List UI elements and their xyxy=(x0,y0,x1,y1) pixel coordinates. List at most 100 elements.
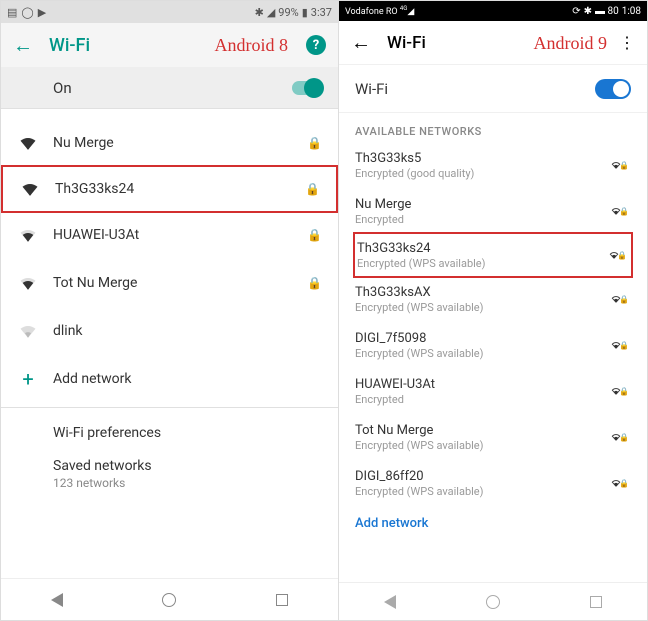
wifi-signal-icon: 🔒 xyxy=(611,338,631,352)
status-icons-left: ▤ ◯ ▶ xyxy=(7,6,46,19)
saved-networks-row[interactable]: Saved networks 123 networks xyxy=(1,454,338,490)
lock-icon: 🔒 xyxy=(307,276,322,290)
notification-icon: ▤ xyxy=(7,6,17,19)
toggle-label: Wi-Fi xyxy=(355,80,388,98)
wifi-toggle-switch[interactable] xyxy=(292,81,322,95)
network-row[interactable]: Th3G33ks24 Encrypted (WPS available) 🔒 xyxy=(353,232,633,278)
network-row[interactable]: DIGI_86ff20 Encrypted (WPS available) 🔒 xyxy=(339,460,647,506)
plus-icon: + xyxy=(17,367,39,391)
network-name: Th3G33ks24 xyxy=(357,241,609,256)
wifi-signal-icon: 🔒 xyxy=(611,476,631,490)
wifi-signal-icon: 🔒 xyxy=(611,292,631,306)
status-icons-right: ⟳ ✱ ▬ 80 1:08 xyxy=(572,6,641,17)
network-name: DIGI_7f5098 xyxy=(355,331,611,346)
lock-icon: 🔒 xyxy=(307,228,322,242)
wifi-signal-icon: 🔒 xyxy=(609,248,629,262)
network-list: Th3G33ks5 Encrypted (good quality) 🔒 Nu … xyxy=(339,142,647,582)
wifi-preferences-row[interactable]: Wi-Fi preferences xyxy=(1,412,338,454)
network-subtitle: Encrypted (WPS available) xyxy=(355,485,611,498)
wifi-master-toggle-row[interactable]: On xyxy=(1,67,338,109)
lock-icon: 🔒 xyxy=(619,207,629,221)
clock: 1:08 xyxy=(622,6,641,17)
wifi-master-toggle-row[interactable]: Wi-Fi xyxy=(339,65,647,113)
wifi-signal-icon xyxy=(17,276,39,290)
play-icon: ▶ xyxy=(38,6,46,19)
status-icons-right: ✱ ◢ 99% ▮ 3:37 xyxy=(255,6,332,19)
network-subtitle: Encrypted xyxy=(355,393,611,406)
network-name: DIGI_86ff20 xyxy=(355,469,611,484)
section-header: AVAILABLE NETWORKS xyxy=(339,113,647,142)
back-arrow-icon[interactable]: ← xyxy=(13,33,33,58)
lock-icon: 🔒 xyxy=(619,341,629,355)
nav-home-icon[interactable] xyxy=(162,593,176,607)
wifi-signal-icon xyxy=(19,182,41,196)
page-title: Wi-Fi xyxy=(49,35,90,56)
wifi-signal-icon xyxy=(17,228,39,242)
nav-recent-icon[interactable] xyxy=(276,594,288,606)
add-network-row[interactable]: Add network xyxy=(339,506,647,541)
divider xyxy=(1,407,338,408)
toggle-label: On xyxy=(53,79,72,97)
nav-bar xyxy=(1,578,338,620)
nav-back-icon[interactable] xyxy=(51,593,63,607)
network-name: Tot Nu Merge xyxy=(355,423,611,438)
nav-recent-icon[interactable] xyxy=(590,596,602,608)
bluetooth-icon: ✱ xyxy=(584,6,592,17)
app-header: ← Wi-Fi Android 8 ? xyxy=(1,23,338,67)
network-row[interactable]: Nu Merge 🔒 xyxy=(1,119,338,167)
nav-bar xyxy=(339,582,647,620)
status-bar: Vodafone RO 4G◢ ⟳ ✱ ▬ 80 1:08 xyxy=(339,1,647,21)
network-name: Th3G33ks24 xyxy=(55,181,305,197)
network-row[interactable]: HUAWEI-U3At 🔒 xyxy=(1,211,338,259)
app-header: ← Wi-Fi Android 9 ⋮ xyxy=(339,21,647,65)
overflow-menu-icon[interactable]: ⋮ xyxy=(619,33,635,52)
network-subtitle: Encrypted (WPS available) xyxy=(355,347,611,360)
network-subtitle: Encrypted (WPS available) xyxy=(355,439,611,452)
network-row[interactable]: Nu Merge Encrypted 🔒 xyxy=(339,188,647,234)
network-list: Nu Merge 🔒 Th3G33ks24 🔒 HUAWEI-U3At 🔒 To… xyxy=(1,109,338,578)
network-name: HUAWEI-U3At xyxy=(355,377,611,392)
battery-icon: ▮ xyxy=(302,6,308,19)
network-subtitle: Encrypted (WPS available) xyxy=(357,257,609,270)
lock-icon: 🔒 xyxy=(619,433,629,447)
network-subtitle: Encrypted (good quality) xyxy=(355,167,611,180)
comparison-container: ▤ ◯ ▶ ✱ ◢ 99% ▮ 3:37 ← Wi-Fi Android 8 ?… xyxy=(0,0,648,621)
lock-icon: 🔒 xyxy=(619,161,629,175)
battery-icon: ▬ 80 xyxy=(595,6,619,17)
lock-icon: 🔒 xyxy=(619,479,629,493)
lock-icon: 🔒 xyxy=(307,136,322,150)
nav-back-icon[interactable] xyxy=(384,595,396,609)
lock-icon: 🔒 xyxy=(619,295,629,309)
nav-home-icon[interactable] xyxy=(486,595,500,609)
network-subtitle: Encrypted xyxy=(355,213,611,226)
back-arrow-icon[interactable]: ← xyxy=(351,30,371,55)
network-row[interactable]: HUAWEI-U3At Encrypted 🔒 xyxy=(339,368,647,414)
signal-icon: ◢ xyxy=(267,6,275,19)
network-name: Nu Merge xyxy=(355,197,611,212)
wifi-signal-icon: 🔒 xyxy=(611,204,631,218)
saved-networks-subtitle: 123 networks xyxy=(53,476,322,490)
network-row[interactable]: Tot Nu Merge Encrypted (WPS available) 🔒 xyxy=(339,414,647,460)
phone-android-8: ▤ ◯ ▶ ✱ ◢ 99% ▮ 3:37 ← Wi-Fi Android 8 ?… xyxy=(1,1,339,620)
page-title: Wi-Fi xyxy=(387,33,426,53)
wifi-signal-icon xyxy=(17,324,39,338)
wifi-signal-icon: 🔒 xyxy=(611,158,631,172)
help-icon[interactable]: ? xyxy=(306,35,326,55)
lock-icon: 🔒 xyxy=(617,251,627,265)
network-name: Th3G33ks5 xyxy=(355,151,611,166)
network-name: dlink xyxy=(53,323,322,339)
add-network-label: Add network xyxy=(53,371,131,387)
add-network-row[interactable]: + Add network xyxy=(1,355,338,403)
carrier-label: Vodafone RO 4G◢ xyxy=(345,5,414,17)
wifi-signal-icon: 🔒 xyxy=(611,430,631,444)
network-row[interactable]: Th3G33ksAX Encrypted (WPS available) 🔒 xyxy=(339,276,647,322)
wifi-toggle-switch[interactable] xyxy=(595,79,631,99)
version-badge: Android 8 xyxy=(215,35,289,56)
network-name: HUAWEI-U3At xyxy=(53,227,307,243)
network-row[interactable]: DIGI_7f5098 Encrypted (WPS available) 🔒 xyxy=(339,322,647,368)
network-row[interactable]: Tot Nu Merge 🔒 xyxy=(1,259,338,307)
network-row[interactable]: Th3G33ks24 🔒 xyxy=(1,165,338,213)
bluetooth-icon: ✱ xyxy=(255,6,264,19)
network-row[interactable]: dlink xyxy=(1,307,338,355)
network-row[interactable]: Th3G33ks5 Encrypted (good quality) 🔒 xyxy=(339,142,647,188)
